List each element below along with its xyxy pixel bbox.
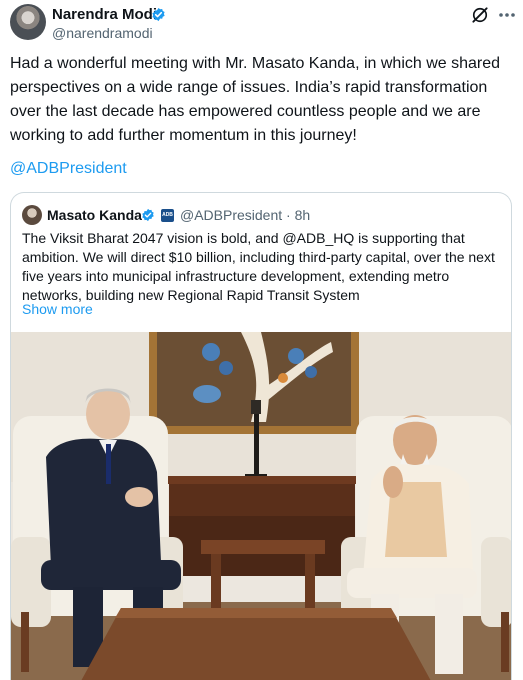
more-options-icon[interactable]	[498, 12, 516, 18]
author-name[interactable]: Narendra Modi	[52, 6, 157, 23]
adb-affiliate-icon: ADB	[161, 209, 174, 222]
author-handle[interactable]: @narendramodi	[52, 25, 153, 41]
quote-timestamp[interactable]: 8h	[295, 207, 311, 223]
quote-meta: @ADBPresident · 8h	[180, 207, 310, 223]
quote-author-handle[interactable]: @ADBPresident	[180, 207, 282, 223]
grok-icon[interactable]	[470, 5, 490, 25]
verified-badge-icon	[142, 208, 154, 222]
show-more-link[interactable]: Show more	[22, 301, 93, 317]
meta-separator: ·	[286, 207, 291, 223]
author-avatar[interactable]	[10, 4, 46, 40]
mention-link[interactable]: @ADBPresident	[10, 160, 127, 178]
quoted-post[interactable]: Masato Kanda ADB @ADBPresident · 8h The …	[10, 192, 512, 680]
quote-text: The Viksit Bharat 2047 vision is bold, a…	[22, 230, 495, 303]
meeting-photo[interactable]	[11, 332, 512, 680]
post-text: Had a wonderful meeting with Mr. Masato …	[10, 55, 501, 144]
verified-badge-icon	[152, 7, 165, 22]
quote-author-avatar[interactable]	[22, 205, 42, 225]
quote-author-name[interactable]: Masato Kanda	[47, 207, 142, 223]
